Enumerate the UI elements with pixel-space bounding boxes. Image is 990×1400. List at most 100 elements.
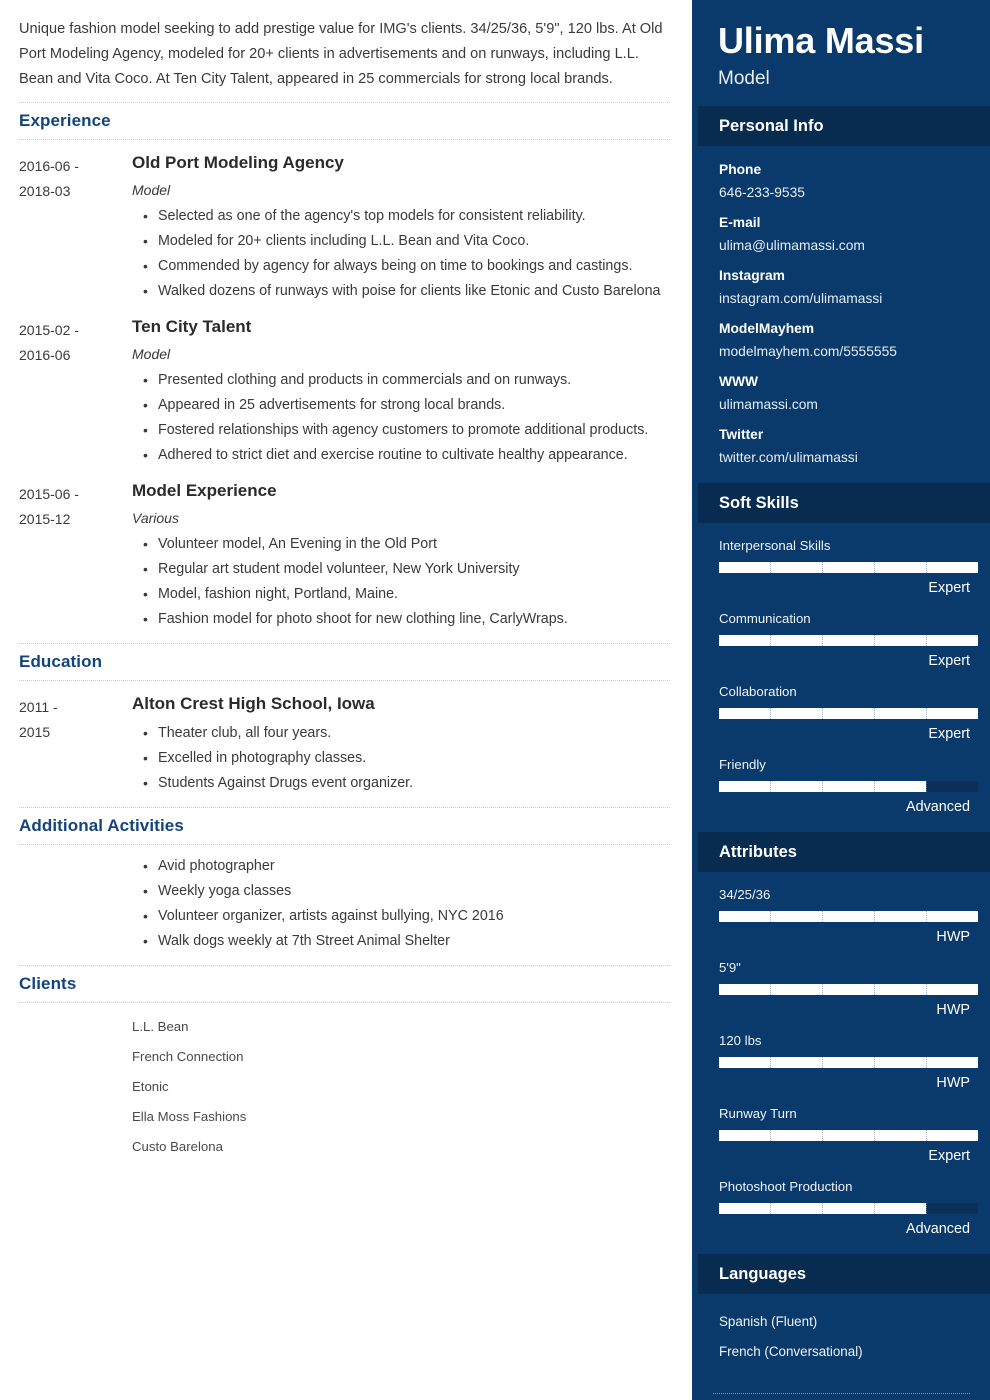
list-item: Volunteer organizer, artists against bul… (143, 904, 670, 929)
skill-label: Communication (719, 611, 811, 626)
skill-progress-ticks (719, 635, 978, 646)
section-education: Education 2011 - 2015 Alton Crest High S… (0, 643, 692, 807)
info-value-instagram[interactable]: instagram.com/ulimamassi (719, 287, 970, 310)
section-additional-activities: Additional Activities Avid photographer … (0, 807, 692, 965)
list-item: Selected as one of the agency's top mode… (143, 204, 670, 229)
list-item: L.L. Bean (132, 1019, 189, 1034)
skill-progress-bar (719, 708, 978, 719)
info-value-email[interactable]: ulima@ulimamassi.com (719, 234, 970, 257)
section-clients: Clients L.L. Bean French Connection Eton… (0, 965, 692, 1162)
list-item: Fostered relationships with agency custo… (143, 418, 670, 443)
entry-bullet-list: Volunteer model, An Evening in the Old P… (132, 532, 670, 632)
attribute-level-label: Advanced (905, 1221, 970, 1237)
experience-entry: 2015-06 - 2015-12 Model Experience Vario… (19, 468, 670, 632)
attribute-label: Runway Turn (719, 1106, 797, 1121)
list-item: French Connection (132, 1049, 244, 1064)
info-label-instagram: Instagram (719, 268, 785, 283)
sidebar-section-title-languages: Languages (698, 1254, 990, 1294)
entry-subtitle: Model (132, 182, 171, 198)
list-item: Modeled for 20+ clients including L.L. B… (143, 229, 670, 254)
sidebar-section-title-soft-skills: Soft Skills (698, 483, 990, 523)
attribute-label: Photoshoot Production (719, 1179, 853, 1194)
attribute-level-label: Expert (928, 1148, 970, 1164)
sidebar-personal-info-body: Phone 646-233-9535 E-mail ulima@ulimamas… (698, 146, 990, 483)
list-item: Appeared in 25 advertisements for strong… (143, 393, 670, 418)
job-title: Model (718, 68, 770, 89)
section-title-education: Education (19, 652, 103, 671)
education-entry: 2011 - 2015 Alton Crest High School, Iow… (19, 681, 670, 796)
list-item: Theater club, all four years. (143, 721, 670, 746)
attribute-progress-bar (719, 1203, 978, 1214)
attribute-progress-bar (719, 984, 978, 995)
entry-subtitle: Various (132, 510, 179, 526)
entry-body: Model Experience Various Volunteer model… (132, 480, 670, 632)
info-label-email: E-mail (719, 215, 761, 230)
entry-title: Model Experience (132, 481, 277, 500)
attribute-level-label: HWP (936, 1075, 970, 1091)
info-label-www: WWW (719, 374, 759, 389)
attribute-level-label: HWP (936, 929, 970, 945)
attribute-item: 120 lbs HWP (719, 1031, 978, 1094)
attribute-item: Runway Turn Expert (719, 1104, 978, 1167)
activities-body: Avid photographer Weekly yoga classes Vo… (19, 845, 670, 954)
entry-date-from: 2015-02 - (19, 322, 79, 338)
list-item: Regular art student model volunteer, New… (143, 557, 670, 582)
skill-item: Collaboration Expert (719, 682, 978, 745)
info-value-modelmayhem[interactable]: modelmayhem.com/5555555 (719, 340, 970, 363)
sidebar-languages-body: Spanish (Fluent) French (Conversational) (698, 1294, 990, 1379)
skill-level-label: Expert (928, 653, 970, 669)
skill-progress-bar (719, 562, 978, 573)
entry-date-to: 2016-06 (19, 347, 71, 363)
skill-item: Interpersonal Skills Expert (719, 536, 978, 599)
clients-list: L.L. Bean French Connection Etonic Ella … (19, 1003, 670, 1162)
language-item: French (Conversational) (719, 1344, 863, 1359)
entry-body: Old Port Modeling Agency Model Selected … (132, 152, 670, 304)
skill-progress-ticks (719, 708, 978, 719)
skill-progress-ticks (719, 562, 978, 573)
list-item: Presented clothing and products in comme… (143, 368, 670, 393)
list-item: Excelled in photography classes. (143, 746, 670, 771)
info-value-twitter[interactable]: twitter.com/ulimamassi (719, 446, 970, 469)
attribute-progress-bar (719, 1057, 978, 1068)
section-experience: Experience 2016-06 - 2018-03 Old Port Mo… (0, 102, 692, 643)
section-header-education: Education (19, 643, 670, 681)
attribute-level-label: HWP (936, 1002, 970, 1018)
activities-bullet-list: Avid photographer Weekly yoga classes Vo… (19, 854, 670, 954)
entry-date-range: 2015-06 - 2015-12 (19, 480, 132, 632)
entry-body: Alton Crest High School, Iowa Theater cl… (132, 693, 670, 796)
entry-date-to: 2018-03 (19, 183, 71, 199)
attribute-label: 5'9" (719, 960, 741, 975)
skill-label: Friendly (719, 757, 766, 772)
skill-level-label: Advanced (905, 799, 970, 815)
entry-date-from: 2016-06 - (19, 158, 79, 174)
section-header-clients: Clients (19, 965, 670, 1003)
attribute-label: 34/25/36 (719, 887, 771, 902)
list-item: Adhered to strict diet and exercise rout… (143, 443, 670, 468)
experience-entry: 2015-02 - 2016-06 Ten City Talent Model … (19, 304, 670, 468)
skill-item: Communication Expert (719, 609, 978, 672)
info-value-www[interactable]: ulimamassi.com (719, 393, 970, 416)
section-title-additional-activities: Additional Activities (19, 816, 184, 835)
info-value-phone: 646-233-9535 (719, 185, 805, 200)
attribute-progress-ticks (719, 984, 978, 995)
entry-date-range: 2011 - 2015 (19, 693, 132, 796)
list-item: Fashion model for photo shoot for new cl… (143, 607, 670, 632)
attribute-item: Photoshoot Production Advanced (719, 1177, 978, 1240)
entry-title: Alton Crest High School, Iowa (132, 694, 375, 713)
entry-date-to: 2015 (19, 724, 51, 740)
entry-bullet-list: Theater club, all four years. Excelled i… (132, 721, 670, 796)
sidebar-section-title-personal-info: Personal Info (698, 106, 990, 146)
list-item: Walk dogs weekly at 7th Street Animal Sh… (143, 929, 670, 954)
list-item: Walked dozens of runways with poise for … (143, 279, 670, 304)
sidebar-inner: Ulima Massi Model Personal Info Phone 64… (692, 0, 990, 1400)
list-item: Avid photographer (143, 854, 670, 879)
summary-paragraph: Unique fashion model seeking to add pres… (19, 21, 663, 87)
attribute-item: 34/25/36 HWP (719, 885, 978, 948)
page-title: Ulima Massi (718, 20, 924, 61)
attribute-progress-ticks (719, 911, 978, 922)
sidebar-bottom-divider (713, 1393, 970, 1394)
list-item: Commended by agency for always being on … (143, 254, 670, 279)
info-label-modelmayhem: ModelMayhem (719, 321, 815, 336)
entry-bullet-list: Selected as one of the agency's top mode… (132, 204, 670, 304)
